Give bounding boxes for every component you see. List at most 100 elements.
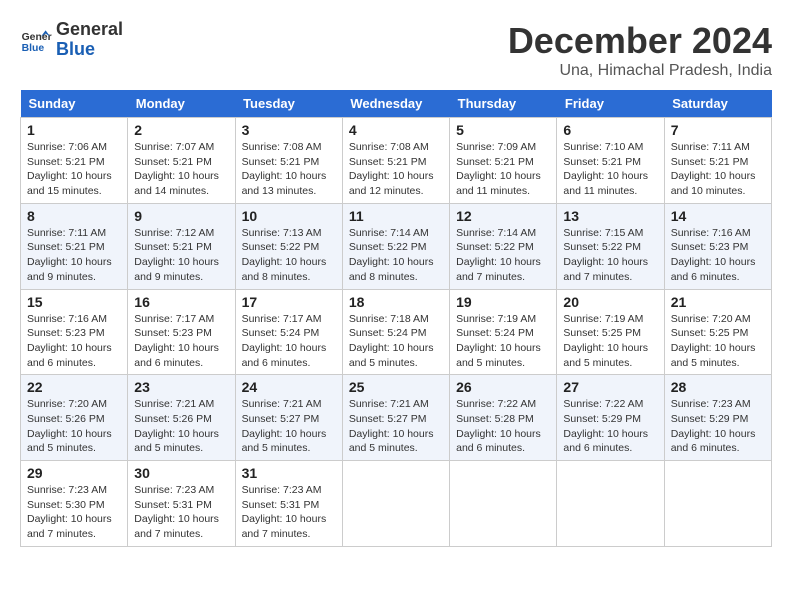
table-row: 15 Sunrise: 7:16 AMSunset: 5:23 PMDaylig… <box>21 289 128 375</box>
cell-info: Sunrise: 7:22 AMSunset: 5:28 PMDaylight:… <box>456 398 541 454</box>
cell-info: Sunrise: 7:22 AMSunset: 5:29 PMDaylight:… <box>563 398 648 454</box>
cell-info: Sunrise: 7:10 AMSunset: 5:21 PMDaylight:… <box>563 141 648 197</box>
cell-info: Sunrise: 7:11 AMSunset: 5:21 PMDaylight:… <box>27 227 112 283</box>
cell-info: Sunrise: 7:13 AMSunset: 5:22 PMDaylight:… <box>242 227 327 283</box>
table-row: 22 Sunrise: 7:20 AMSunset: 5:26 PMDaylig… <box>21 375 128 461</box>
table-row: 29 Sunrise: 7:23 AMSunset: 5:30 PMDaylig… <box>21 461 128 547</box>
cell-info: Sunrise: 7:06 AMSunset: 5:21 PMDaylight:… <box>27 141 112 197</box>
header-friday: Friday <box>557 90 664 118</box>
table-row: 2 Sunrise: 7:07 AMSunset: 5:21 PMDayligh… <box>128 118 235 204</box>
table-row: 23 Sunrise: 7:21 AMSunset: 5:26 PMDaylig… <box>128 375 235 461</box>
cell-info: Sunrise: 7:20 AMSunset: 5:25 PMDaylight:… <box>671 313 756 369</box>
cell-info: Sunrise: 7:12 AMSunset: 5:21 PMDaylight:… <box>134 227 219 283</box>
table-row: 11 Sunrise: 7:14 AMSunset: 5:22 PMDaylig… <box>342 203 449 289</box>
day-number: 6 <box>563 122 657 138</box>
day-number: 5 <box>456 122 550 138</box>
cell-info: Sunrise: 7:11 AMSunset: 5:21 PMDaylight:… <box>671 141 756 197</box>
cell-info: Sunrise: 7:23 AMSunset: 5:31 PMDaylight:… <box>134 484 219 540</box>
table-row: 17 Sunrise: 7:17 AMSunset: 5:24 PMDaylig… <box>235 289 342 375</box>
table-row: 16 Sunrise: 7:17 AMSunset: 5:23 PMDaylig… <box>128 289 235 375</box>
table-row: 20 Sunrise: 7:19 AMSunset: 5:25 PMDaylig… <box>557 289 664 375</box>
day-number: 14 <box>671 208 765 224</box>
cell-info: Sunrise: 7:16 AMSunset: 5:23 PMDaylight:… <box>671 227 756 283</box>
day-number: 9 <box>134 208 228 224</box>
day-number: 4 <box>349 122 443 138</box>
table-row: 1 Sunrise: 7:06 AMSunset: 5:21 PMDayligh… <box>21 118 128 204</box>
calendar-table: Sunday Monday Tuesday Wednesday Thursday… <box>20 90 772 547</box>
table-row: 5 Sunrise: 7:09 AMSunset: 5:21 PMDayligh… <box>450 118 557 204</box>
cell-info: Sunrise: 7:20 AMSunset: 5:26 PMDaylight:… <box>27 398 112 454</box>
day-number: 24 <box>242 379 336 395</box>
cell-info: Sunrise: 7:21 AMSunset: 5:27 PMDaylight:… <box>349 398 434 454</box>
day-header-row: Sunday Monday Tuesday Wednesday Thursday… <box>21 90 772 118</box>
table-row <box>342 461 449 547</box>
header-monday: Monday <box>128 90 235 118</box>
table-row: 19 Sunrise: 7:19 AMSunset: 5:24 PMDaylig… <box>450 289 557 375</box>
day-number: 21 <box>671 294 765 310</box>
day-number: 25 <box>349 379 443 395</box>
table-row: 18 Sunrise: 7:18 AMSunset: 5:24 PMDaylig… <box>342 289 449 375</box>
table-row: 14 Sunrise: 7:16 AMSunset: 5:23 PMDaylig… <box>664 203 771 289</box>
table-row: 8 Sunrise: 7:11 AMSunset: 5:21 PMDayligh… <box>21 203 128 289</box>
header-saturday: Saturday <box>664 90 771 118</box>
header-tuesday: Tuesday <box>235 90 342 118</box>
day-number: 1 <box>27 122 121 138</box>
day-number: 27 <box>563 379 657 395</box>
location: Una, Himachal Pradesh, India <box>508 62 772 80</box>
cell-info: Sunrise: 7:15 AMSunset: 5:22 PMDaylight:… <box>563 227 648 283</box>
table-row: 4 Sunrise: 7:08 AMSunset: 5:21 PMDayligh… <box>342 118 449 204</box>
table-row <box>557 461 664 547</box>
table-row: 21 Sunrise: 7:20 AMSunset: 5:25 PMDaylig… <box>664 289 771 375</box>
day-number: 26 <box>456 379 550 395</box>
table-row <box>450 461 557 547</box>
month-title: December 2024 <box>508 20 772 62</box>
cell-info: Sunrise: 7:07 AMSunset: 5:21 PMDaylight:… <box>134 141 219 197</box>
day-number: 29 <box>27 465 121 481</box>
calendar-row: 22 Sunrise: 7:20 AMSunset: 5:26 PMDaylig… <box>21 375 772 461</box>
table-row: 25 Sunrise: 7:21 AMSunset: 5:27 PMDaylig… <box>342 375 449 461</box>
cell-info: Sunrise: 7:19 AMSunset: 5:24 PMDaylight:… <box>456 313 541 369</box>
cell-info: Sunrise: 7:08 AMSunset: 5:21 PMDaylight:… <box>349 141 434 197</box>
day-number: 23 <box>134 379 228 395</box>
day-number: 10 <box>242 208 336 224</box>
table-row: 10 Sunrise: 7:13 AMSunset: 5:22 PMDaylig… <box>235 203 342 289</box>
table-row: 28 Sunrise: 7:23 AMSunset: 5:29 PMDaylig… <box>664 375 771 461</box>
calendar-row: 8 Sunrise: 7:11 AMSunset: 5:21 PMDayligh… <box>21 203 772 289</box>
cell-info: Sunrise: 7:21 AMSunset: 5:27 PMDaylight:… <box>242 398 327 454</box>
cell-info: Sunrise: 7:16 AMSunset: 5:23 PMDaylight:… <box>27 313 112 369</box>
calendar-row: 29 Sunrise: 7:23 AMSunset: 5:30 PMDaylig… <box>21 461 772 547</box>
cell-info: Sunrise: 7:14 AMSunset: 5:22 PMDaylight:… <box>349 227 434 283</box>
logo-text: General Blue <box>56 20 123 60</box>
logo-icon: General Blue <box>20 24 52 56</box>
cell-info: Sunrise: 7:08 AMSunset: 5:21 PMDaylight:… <box>242 141 327 197</box>
cell-info: Sunrise: 7:14 AMSunset: 5:22 PMDaylight:… <box>456 227 541 283</box>
day-number: 16 <box>134 294 228 310</box>
table-row: 12 Sunrise: 7:14 AMSunset: 5:22 PMDaylig… <box>450 203 557 289</box>
cell-info: Sunrise: 7:17 AMSunset: 5:23 PMDaylight:… <box>134 313 219 369</box>
table-row: 30 Sunrise: 7:23 AMSunset: 5:31 PMDaylig… <box>128 461 235 547</box>
day-number: 17 <box>242 294 336 310</box>
title-area: December 2024 Una, Himachal Pradesh, Ind… <box>508 20 772 80</box>
table-row: 6 Sunrise: 7:10 AMSunset: 5:21 PMDayligh… <box>557 118 664 204</box>
calendar-row: 1 Sunrise: 7:06 AMSunset: 5:21 PMDayligh… <box>21 118 772 204</box>
calendar-row: 15 Sunrise: 7:16 AMSunset: 5:23 PMDaylig… <box>21 289 772 375</box>
day-number: 11 <box>349 208 443 224</box>
table-row: 13 Sunrise: 7:15 AMSunset: 5:22 PMDaylig… <box>557 203 664 289</box>
day-number: 8 <box>27 208 121 224</box>
header-thursday: Thursday <box>450 90 557 118</box>
cell-info: Sunrise: 7:09 AMSunset: 5:21 PMDaylight:… <box>456 141 541 197</box>
cell-info: Sunrise: 7:19 AMSunset: 5:25 PMDaylight:… <box>563 313 648 369</box>
table-row: 9 Sunrise: 7:12 AMSunset: 5:21 PMDayligh… <box>128 203 235 289</box>
day-number: 3 <box>242 122 336 138</box>
header-sunday: Sunday <box>21 90 128 118</box>
page-header: General Blue General Blue December 2024 … <box>20 20 772 80</box>
cell-info: Sunrise: 7:18 AMSunset: 5:24 PMDaylight:… <box>349 313 434 369</box>
table-row: 24 Sunrise: 7:21 AMSunset: 5:27 PMDaylig… <box>235 375 342 461</box>
day-number: 22 <box>27 379 121 395</box>
day-number: 2 <box>134 122 228 138</box>
day-number: 15 <box>27 294 121 310</box>
table-row: 31 Sunrise: 7:23 AMSunset: 5:31 PMDaylig… <box>235 461 342 547</box>
cell-info: Sunrise: 7:21 AMSunset: 5:26 PMDaylight:… <box>134 398 219 454</box>
day-number: 20 <box>563 294 657 310</box>
logo: General Blue General Blue <box>20 20 123 60</box>
